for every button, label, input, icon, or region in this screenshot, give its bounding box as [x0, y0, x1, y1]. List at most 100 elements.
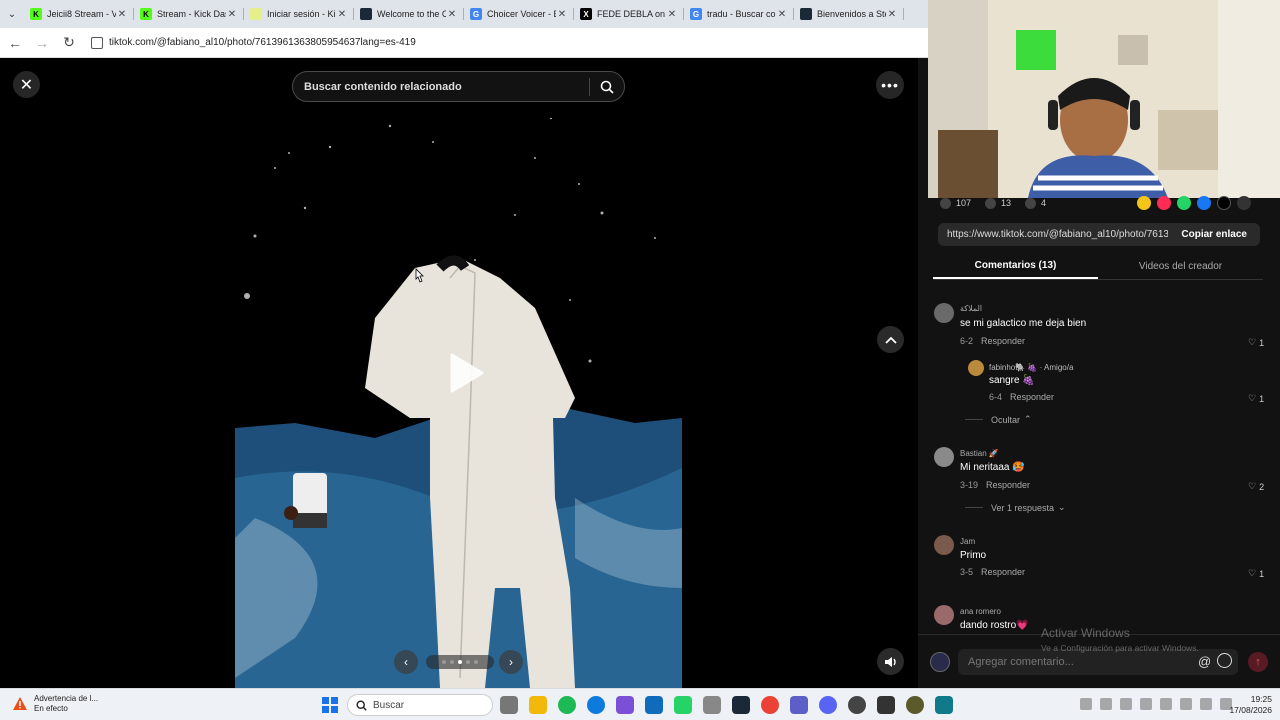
tab-close-icon[interactable]: ✕ [556, 9, 568, 20]
avatar[interactable] [934, 447, 954, 467]
browser-tab[interactable]: Bienvenidos a Ste ✕ [794, 0, 904, 28]
comment-like-button[interactable]: ♡ 2 [1248, 481, 1264, 492]
tab-close-icon[interactable]: ✕ [116, 9, 128, 20]
reply-button[interactable]: Responder [981, 336, 1025, 346]
carousel-dot[interactable] [474, 660, 478, 664]
reply-button[interactable]: Responder [986, 480, 1030, 490]
comment-username[interactable]: Bastian 🚀 [960, 449, 999, 458]
wifi-icon[interactable] [1200, 698, 1212, 710]
share-repost-icon[interactable] [1157, 196, 1171, 210]
tray-icon[interactable] [1120, 698, 1132, 710]
tab-close-icon[interactable]: ✕ [776, 9, 788, 20]
tray-icon[interactable] [1100, 698, 1112, 710]
outlook-icon[interactable] [645, 696, 663, 714]
chevron-up-icon[interactable] [1080, 698, 1092, 710]
tray-icon[interactable] [1160, 698, 1172, 710]
avatar[interactable] [934, 605, 954, 625]
spotify-icon[interactable] [558, 696, 576, 714]
tab-comments[interactable]: Comentarios (13) [933, 254, 1098, 279]
carousel-dot[interactable] [450, 660, 454, 664]
browser-tab[interactable]: K Stream - Kick Das ✕ [134, 0, 244, 28]
tray-icon[interactable] [1140, 698, 1152, 710]
likes-stat[interactable]: 107 [940, 197, 971, 209]
avatar[interactable] [934, 303, 954, 323]
carousel-dot[interactable] [442, 660, 446, 664]
browser-tab[interactable]: G Choicer Voicer - E ✕ [464, 0, 574, 28]
hide-replies-button[interactable]: Ocultar ⌃ [965, 414, 1032, 425]
terminal-icon[interactable] [877, 696, 895, 714]
related-search-field[interactable]: Buscar contenido relacionado [292, 71, 625, 102]
carousel-dot[interactable] [458, 660, 462, 664]
comment-like-button[interactable]: ♡ 1 [1248, 337, 1264, 348]
browser-tab[interactable]: X FEDE DEBLA on ✕ [574, 0, 684, 28]
system-clock[interactable]: 19:25 17/08/2026 [1222, 694, 1272, 716]
tab-search-menu-button[interactable]: ⌄ [0, 0, 24, 28]
file-explorer-icon[interactable] [529, 696, 547, 714]
comment-username[interactable]: الملاكة [960, 304, 982, 313]
carousel-dot[interactable] [466, 660, 470, 664]
copy-link-button[interactable]: Copiar enlace [1168, 229, 1260, 240]
comment-username[interactable]: ana romero [960, 607, 1001, 616]
previous-post-button[interactable] [877, 326, 904, 353]
reply-button[interactable]: Responder [1010, 392, 1054, 402]
search-icon[interactable] [590, 80, 624, 94]
volume-button[interactable] [877, 648, 904, 675]
avatar[interactable] [968, 360, 984, 376]
reload-button[interactable]: ↻ [57, 31, 81, 55]
tab-close-icon[interactable]: ✕ [886, 9, 898, 20]
view-replies-button[interactable]: Ver 1 respuesta ⌄ [965, 502, 1066, 513]
tab-close-icon[interactable]: ✕ [336, 9, 348, 20]
mention-icon[interactable]: @ [1198, 654, 1211, 669]
notepad-icon[interactable] [935, 696, 953, 714]
tab-close-icon[interactable]: ✕ [666, 9, 678, 20]
whatsapp-icon[interactable] [1177, 196, 1191, 210]
taskbar-search[interactable]: Buscar [347, 694, 493, 716]
whatsapp-taskbar-icon[interactable] [674, 696, 692, 714]
carousel-next-button[interactable]: › [499, 650, 523, 674]
tab-creator-videos[interactable]: Videos del creador [1098, 254, 1263, 279]
browser-tab[interactable]: Iniciar sesión - Ki ✕ [244, 0, 354, 28]
url-field[interactable]: tiktok.com/@fabiano_al10/photo/761396136… [91, 36, 416, 49]
comment-username[interactable]: fabinho🐘 🍇 · Amigo/a [989, 363, 1073, 372]
task-view-icon[interactable] [500, 696, 518, 714]
edge-icon[interactable] [587, 696, 605, 714]
emoji-icon[interactable] [1217, 653, 1232, 668]
microphone-icon[interactable] [1180, 698, 1192, 710]
facebook-icon[interactable] [1197, 196, 1211, 210]
comment-like-button[interactable]: ♡ 1 [1248, 568, 1264, 579]
discord-icon[interactable] [819, 696, 837, 714]
play-icon[interactable] [442, 351, 486, 395]
send-button[interactable]: ↑ [1248, 652, 1268, 672]
browser-tab[interactable]: Welcome to the C ✕ [354, 0, 464, 28]
close-viewer-button[interactable]: ✕ [13, 71, 40, 98]
more-options-button[interactable]: ••• [876, 71, 904, 99]
site-info-icon[interactable] [91, 36, 103, 49]
avatar[interactable] [934, 535, 954, 555]
browser-tab[interactable]: Gtradu - Buscar co ✕ [684, 0, 794, 28]
start-button[interactable] [322, 697, 338, 713]
x-icon[interactable] [1217, 196, 1231, 210]
share-arrow-icon[interactable] [1237, 196, 1251, 210]
current-user-avatar[interactable] [930, 652, 950, 672]
teams-icon[interactable] [790, 696, 808, 714]
chrome-icon[interactable] [761, 696, 779, 714]
reply-button[interactable]: Responder [981, 567, 1025, 577]
comments-stat[interactable]: 13 [985, 197, 1011, 209]
share-friends-icon[interactable] [1137, 196, 1151, 210]
store-icon[interactable] [703, 696, 721, 714]
comment-like-button[interactable]: ♡ 1 [1248, 393, 1264, 404]
steam-icon[interactable] [732, 696, 750, 714]
tab-close-icon[interactable]: ✕ [446, 9, 458, 20]
app-icon[interactable] [848, 696, 866, 714]
copilot-icon[interactable] [616, 696, 634, 714]
app-icon[interactable] [906, 696, 924, 714]
forward-button[interactable]: → [30, 31, 54, 55]
weather-warning-widget[interactable]: Advertencia de l... En efecto [12, 694, 98, 714]
post-photo[interactable] [235, 116, 682, 688]
comment-username[interactable]: Jam [960, 537, 975, 546]
back-button[interactable]: ← [3, 31, 27, 55]
saves-stat[interactable]: 4 [1025, 197, 1046, 209]
browser-tab[interactable]: K Jeicii8 Stream - V ✕ [24, 0, 134, 28]
carousel-prev-button[interactable]: ‹ [394, 650, 418, 674]
tab-close-icon[interactable]: ✕ [226, 9, 238, 20]
